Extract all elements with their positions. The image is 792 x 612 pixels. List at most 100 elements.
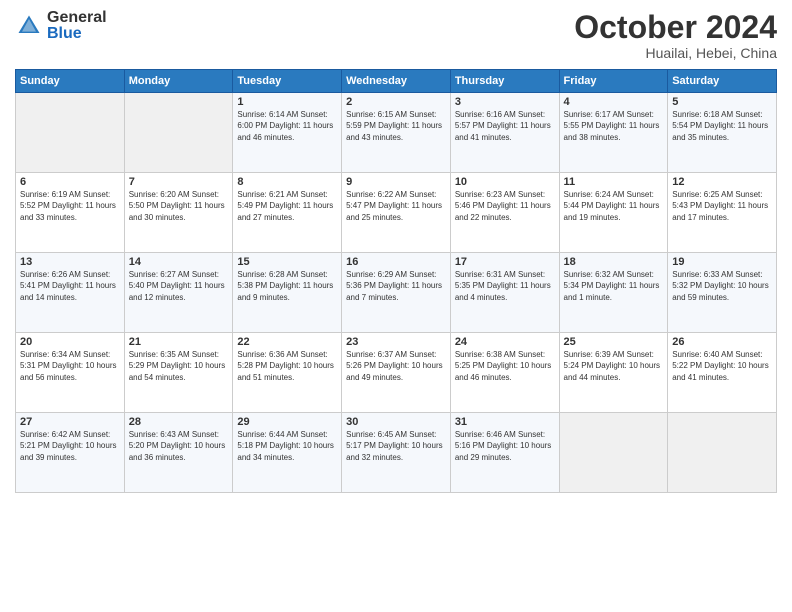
calendar-cell: 28Sunrise: 6:43 AM Sunset: 5:20 PM Dayli… — [124, 413, 233, 493]
cell-content: Sunrise: 6:24 AM Sunset: 5:44 PM Dayligh… — [564, 189, 664, 223]
day-number: 19 — [672, 256, 772, 268]
day-number: 30 — [346, 416, 446, 428]
day-number: 20 — [20, 336, 120, 348]
cell-content: Sunrise: 6:20 AM Sunset: 5:50 PM Dayligh… — [129, 189, 229, 223]
calendar-cell: 29Sunrise: 6:44 AM Sunset: 5:18 PM Dayli… — [233, 413, 342, 493]
day-number: 7 — [129, 176, 229, 188]
cell-content: Sunrise: 6:36 AM Sunset: 5:28 PM Dayligh… — [237, 349, 337, 383]
column-header-saturday: Saturday — [668, 70, 777, 93]
day-number: 13 — [20, 256, 120, 268]
calendar-cell: 15Sunrise: 6:28 AM Sunset: 5:38 PM Dayli… — [233, 253, 342, 333]
cell-content: Sunrise: 6:25 AM Sunset: 5:43 PM Dayligh… — [672, 189, 772, 223]
day-number: 1 — [237, 96, 337, 108]
cell-content: Sunrise: 6:28 AM Sunset: 5:38 PM Dayligh… — [237, 269, 337, 303]
column-header-monday: Monday — [124, 70, 233, 93]
calendar-cell: 20Sunrise: 6:34 AM Sunset: 5:31 PM Dayli… — [16, 333, 125, 413]
day-number: 14 — [129, 256, 229, 268]
cell-content: Sunrise: 6:31 AM Sunset: 5:35 PM Dayligh… — [455, 269, 555, 303]
cell-content: Sunrise: 6:16 AM Sunset: 5:57 PM Dayligh… — [455, 109, 555, 143]
calendar-cell: 21Sunrise: 6:35 AM Sunset: 5:29 PM Dayli… — [124, 333, 233, 413]
calendar-cell — [559, 413, 668, 493]
day-number: 3 — [455, 96, 555, 108]
cell-content: Sunrise: 6:26 AM Sunset: 5:41 PM Dayligh… — [20, 269, 120, 303]
day-number: 25 — [564, 336, 664, 348]
day-number: 29 — [237, 416, 337, 428]
calendar-cell — [124, 93, 233, 173]
cell-content: Sunrise: 6:42 AM Sunset: 5:21 PM Dayligh… — [20, 429, 120, 463]
calendar-cell: 14Sunrise: 6:27 AM Sunset: 5:40 PM Dayli… — [124, 253, 233, 333]
day-number: 2 — [346, 96, 446, 108]
calendar-week-row: 6Sunrise: 6:19 AM Sunset: 5:52 PM Daylig… — [16, 173, 777, 253]
day-number: 17 — [455, 256, 555, 268]
calendar-cell: 24Sunrise: 6:38 AM Sunset: 5:25 PM Dayli… — [450, 333, 559, 413]
day-number: 27 — [20, 416, 120, 428]
day-number: 16 — [346, 256, 446, 268]
column-header-friday: Friday — [559, 70, 668, 93]
calendar-cell: 8Sunrise: 6:21 AM Sunset: 5:49 PM Daylig… — [233, 173, 342, 253]
cell-content: Sunrise: 6:40 AM Sunset: 5:22 PM Dayligh… — [672, 349, 772, 383]
day-number: 21 — [129, 336, 229, 348]
calendar-cell: 16Sunrise: 6:29 AM Sunset: 5:36 PM Dayli… — [342, 253, 451, 333]
calendar-cell: 13Sunrise: 6:26 AM Sunset: 5:41 PM Dayli… — [16, 253, 125, 333]
logo: General Blue — [15, 10, 107, 42]
cell-content: Sunrise: 6:43 AM Sunset: 5:20 PM Dayligh… — [129, 429, 229, 463]
calendar-week-row: 1Sunrise: 6:14 AM Sunset: 6:00 PM Daylig… — [16, 93, 777, 173]
cell-content: Sunrise: 6:39 AM Sunset: 5:24 PM Dayligh… — [564, 349, 664, 383]
calendar-cell: 17Sunrise: 6:31 AM Sunset: 5:35 PM Dayli… — [450, 253, 559, 333]
calendar-cell: 22Sunrise: 6:36 AM Sunset: 5:28 PM Dayli… — [233, 333, 342, 413]
title-block: October 2024 Huailai, Hebei, China — [574, 10, 777, 61]
calendar-cell: 3Sunrise: 6:16 AM Sunset: 5:57 PM Daylig… — [450, 93, 559, 173]
cell-content: Sunrise: 6:23 AM Sunset: 5:46 PM Dayligh… — [455, 189, 555, 223]
calendar-cell — [668, 413, 777, 493]
day-number: 31 — [455, 416, 555, 428]
logo-general: General — [47, 10, 107, 26]
calendar-cell: 23Sunrise: 6:37 AM Sunset: 5:26 PM Dayli… — [342, 333, 451, 413]
calendar-cell: 7Sunrise: 6:20 AM Sunset: 5:50 PM Daylig… — [124, 173, 233, 253]
calendar-cell: 30Sunrise: 6:45 AM Sunset: 5:17 PM Dayli… — [342, 413, 451, 493]
calendar-table: SundayMondayTuesdayWednesdayThursdayFrid… — [15, 69, 777, 493]
calendar-cell: 2Sunrise: 6:15 AM Sunset: 5:59 PM Daylig… — [342, 93, 451, 173]
cell-content: Sunrise: 6:22 AM Sunset: 5:47 PM Dayligh… — [346, 189, 446, 223]
day-number: 28 — [129, 416, 229, 428]
column-header-wednesday: Wednesday — [342, 70, 451, 93]
cell-content: Sunrise: 6:35 AM Sunset: 5:29 PM Dayligh… — [129, 349, 229, 383]
cell-content: Sunrise: 6:34 AM Sunset: 5:31 PM Dayligh… — [20, 349, 120, 383]
day-number: 18 — [564, 256, 664, 268]
day-number: 26 — [672, 336, 772, 348]
calendar-cell: 31Sunrise: 6:46 AM Sunset: 5:16 PM Dayli… — [450, 413, 559, 493]
cell-content: Sunrise: 6:17 AM Sunset: 5:55 PM Dayligh… — [564, 109, 664, 143]
day-number: 5 — [672, 96, 772, 108]
cell-content: Sunrise: 6:33 AM Sunset: 5:32 PM Dayligh… — [672, 269, 772, 303]
calendar-cell: 26Sunrise: 6:40 AM Sunset: 5:22 PM Dayli… — [668, 333, 777, 413]
cell-content: Sunrise: 6:45 AM Sunset: 5:17 PM Dayligh… — [346, 429, 446, 463]
calendar-cell: 4Sunrise: 6:17 AM Sunset: 5:55 PM Daylig… — [559, 93, 668, 173]
day-number: 22 — [237, 336, 337, 348]
calendar-cell: 11Sunrise: 6:24 AM Sunset: 5:44 PM Dayli… — [559, 173, 668, 253]
day-number: 23 — [346, 336, 446, 348]
logo-text: General Blue — [47, 10, 107, 42]
calendar-cell: 25Sunrise: 6:39 AM Sunset: 5:24 PM Dayli… — [559, 333, 668, 413]
day-number: 24 — [455, 336, 555, 348]
day-number: 11 — [564, 176, 664, 188]
day-number: 4 — [564, 96, 664, 108]
day-number: 15 — [237, 256, 337, 268]
calendar-week-row: 20Sunrise: 6:34 AM Sunset: 5:31 PM Dayli… — [16, 333, 777, 413]
cell-content: Sunrise: 6:32 AM Sunset: 5:34 PM Dayligh… — [564, 269, 664, 303]
month-title: October 2024 — [574, 10, 777, 45]
day-number: 12 — [672, 176, 772, 188]
calendar-cell: 1Sunrise: 6:14 AM Sunset: 6:00 PM Daylig… — [233, 93, 342, 173]
calendar-cell: 9Sunrise: 6:22 AM Sunset: 5:47 PM Daylig… — [342, 173, 451, 253]
calendar-cell: 10Sunrise: 6:23 AM Sunset: 5:46 PM Dayli… — [450, 173, 559, 253]
cell-content: Sunrise: 6:14 AM Sunset: 6:00 PM Dayligh… — [237, 109, 337, 143]
day-number: 9 — [346, 176, 446, 188]
day-number: 8 — [237, 176, 337, 188]
calendar-week-row: 13Sunrise: 6:26 AM Sunset: 5:41 PM Dayli… — [16, 253, 777, 333]
cell-content: Sunrise: 6:18 AM Sunset: 5:54 PM Dayligh… — [672, 109, 772, 143]
calendar-cell: 27Sunrise: 6:42 AM Sunset: 5:21 PM Dayli… — [16, 413, 125, 493]
cell-content: Sunrise: 6:21 AM Sunset: 5:49 PM Dayligh… — [237, 189, 337, 223]
cell-content: Sunrise: 6:27 AM Sunset: 5:40 PM Dayligh… — [129, 269, 229, 303]
calendar-cell — [16, 93, 125, 173]
column-header-sunday: Sunday — [16, 70, 125, 93]
cell-content: Sunrise: 6:29 AM Sunset: 5:36 PM Dayligh… — [346, 269, 446, 303]
calendar-header-row: SundayMondayTuesdayWednesdayThursdayFrid… — [16, 70, 777, 93]
